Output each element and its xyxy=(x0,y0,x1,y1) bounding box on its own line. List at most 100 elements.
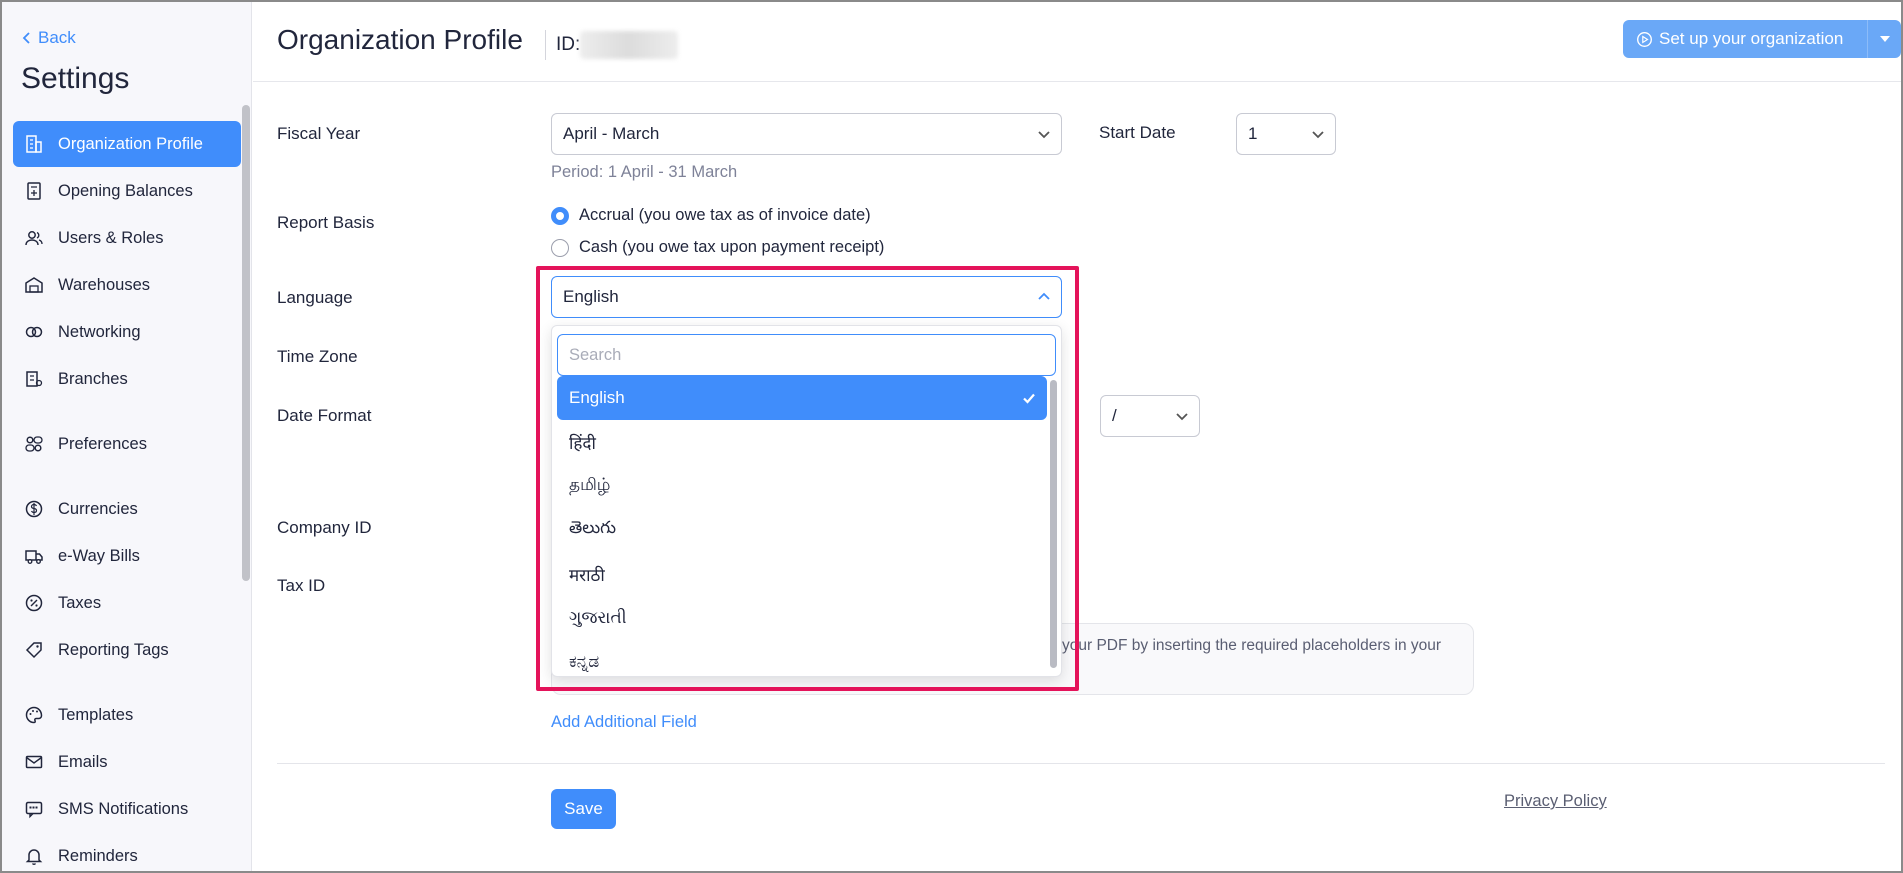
cash-label: Cash (you owe tax upon payment receipt) xyxy=(579,238,885,256)
back-label: Back xyxy=(38,28,76,47)
language-search-input[interactable] xyxy=(557,334,1056,376)
fiscal-year-label: Fiscal Year xyxy=(277,124,361,143)
option-label: हिंदी xyxy=(569,433,596,454)
check-icon xyxy=(1023,393,1035,404)
sidebar-item-label: Preferences xyxy=(58,434,147,453)
privacy-policy-link[interactable]: Privacy Policy xyxy=(1504,792,1607,811)
bell-icon xyxy=(25,849,43,865)
period-hint: Period: 1 April - 31 March xyxy=(551,163,738,181)
sidebar-item-currencies[interactable]: Currencies xyxy=(13,486,241,532)
cash-radio[interactable] xyxy=(551,238,569,257)
sidebar-item-preferences[interactable]: Preferences xyxy=(13,421,241,467)
id-label: ID: xyxy=(556,34,581,55)
date-separator-value: / xyxy=(1112,406,1117,425)
date-format-label: Date Format xyxy=(277,406,372,425)
sidebar-item-taxes[interactable]: Taxes xyxy=(13,580,241,626)
sidebar-item-eway-bills[interactable]: e-Way Bills xyxy=(13,533,241,579)
tag-icon xyxy=(25,642,42,659)
add-additional-field-link[interactable]: Add Additional Field xyxy=(551,713,697,732)
caret-down-icon xyxy=(1879,36,1890,42)
page-header: Organization Profile ID: Set up your org… xyxy=(253,2,1901,82)
language-label: Language xyxy=(277,288,353,307)
option-label: English xyxy=(569,388,625,407)
option-label: ಕನ್ನಡ xyxy=(569,652,600,672)
company-id-label: Company ID xyxy=(277,518,372,537)
language-option-english[interactable]: English xyxy=(557,376,1047,420)
option-label: मराठी xyxy=(569,565,605,586)
cash-radio-option[interactable]: Cash (you owe tax upon payment receipt) xyxy=(551,238,884,257)
sidebar-item-label: Users & Roles xyxy=(58,228,164,247)
option-label: తెలుగు xyxy=(569,518,616,538)
branch-icon xyxy=(26,371,43,387)
save-button[interactable]: Save xyxy=(551,789,616,829)
chevron-down-icon xyxy=(1312,131,1324,139)
sidebar-item-label: Networking xyxy=(58,322,141,341)
dropdown-scrollbar[interactable] xyxy=(1050,380,1057,668)
percent-icon xyxy=(25,594,43,612)
sidebar-item-label: Reminders xyxy=(58,846,138,865)
chevron-left-icon xyxy=(22,32,30,44)
language-options-list: English हिंदी தமிழ் తెలుగు मराठी ગુજરાતી… xyxy=(557,376,1047,676)
building-icon xyxy=(26,135,42,153)
sidebar-item-emails[interactable]: Emails xyxy=(13,739,241,785)
sidebar-item-templates[interactable]: Templates xyxy=(13,692,241,738)
language-option-marathi[interactable]: मराठी xyxy=(557,552,1047,596)
language-option-telugu[interactable]: తెలుగు xyxy=(557,508,1047,552)
option-label: தமிழ் xyxy=(569,475,611,495)
settings-sidebar: Back Settings Organization Profile Openi… xyxy=(2,2,252,871)
back-link[interactable]: Back xyxy=(22,28,76,48)
sidebar-item-label: Opening Balances xyxy=(58,181,193,200)
language-option-gujarati[interactable]: ગુજરાતી xyxy=(557,596,1047,640)
preferences-icon xyxy=(25,436,43,452)
date-separator-select[interactable]: / xyxy=(1100,395,1200,437)
language-option-hindi[interactable]: हिंदी xyxy=(557,420,1047,464)
sidebar-item-opening-balances[interactable]: Opening Balances xyxy=(13,168,241,214)
sidebar-item-users-roles[interactable]: Users & Roles xyxy=(13,215,241,261)
accrual-radio[interactable] xyxy=(551,206,569,225)
tax-id-label: Tax ID xyxy=(277,576,326,595)
language-option-tamil[interactable]: தமிழ் xyxy=(557,464,1047,508)
sidebar-item-reporting-tags[interactable]: Reporting Tags xyxy=(13,627,241,673)
time-zone-label: Time Zone xyxy=(277,347,358,366)
start-date-value: 1 xyxy=(1248,124,1258,143)
sidebar-scrollbar[interactable] xyxy=(242,105,250,581)
chevron-down-icon xyxy=(1176,413,1188,421)
sidebar-item-label: SMS Notifications xyxy=(58,799,189,818)
language-value: English xyxy=(563,287,619,306)
setup-organization-button[interactable]: Set up your organization xyxy=(1623,20,1901,58)
sidebar-item-label: Emails xyxy=(58,752,108,771)
setup-organization-label: Set up your organization xyxy=(1659,29,1844,48)
sidebar-item-label: e-Way Bills xyxy=(58,546,140,565)
setup-dropdown-toggle[interactable] xyxy=(1867,20,1901,58)
sidebar-item-sms-notifications[interactable]: SMS Notifications xyxy=(13,786,241,832)
language-dropdown: English हिंदी தமிழ் తెలుగు मराठी ગુજરાતી… xyxy=(551,325,1062,677)
start-date-label: Start Date xyxy=(1099,123,1176,142)
truck-icon xyxy=(25,550,43,564)
organization-id: ID: xyxy=(545,30,679,60)
fiscal-year-select[interactable]: April - March xyxy=(551,113,1062,155)
users-icon xyxy=(25,231,43,246)
language-option-kannada[interactable]: ಕನ್ನಡ xyxy=(557,640,1047,676)
sidebar-item-label: Taxes xyxy=(58,593,102,612)
sidebar-item-networking[interactable]: Networking xyxy=(13,309,241,355)
sidebar-item-reminders[interactable]: Reminders xyxy=(13,833,241,871)
accrual-radio-option[interactable]: Accrual (you owe tax as of invoice date) xyxy=(551,206,871,225)
start-date-select[interactable]: 1 xyxy=(1236,113,1336,155)
sidebar-item-label: Currencies xyxy=(58,499,138,518)
setup-organization-main[interactable]: Set up your organization xyxy=(1623,29,1867,49)
warehouse-icon xyxy=(25,277,43,293)
sidebar-item-label: Branches xyxy=(58,369,128,388)
network-icon xyxy=(25,326,43,338)
sidebar-item-branches[interactable]: Branches xyxy=(13,356,241,402)
sidebar-item-label: Reporting Tags xyxy=(58,640,169,659)
play-circle-icon xyxy=(1637,31,1652,47)
report-basis-label: Report Basis xyxy=(277,213,375,232)
option-label: ગુજરાતી xyxy=(569,608,627,628)
id-value-redacted xyxy=(580,31,679,59)
accrual-label: Accrual (you owe tax as of invoice date) xyxy=(579,206,871,224)
sidebar-item-organization-profile[interactable]: Organization Profile xyxy=(13,121,241,167)
settings-title: Settings xyxy=(21,62,130,95)
fiscal-year-value: April - March xyxy=(563,124,660,143)
language-select[interactable]: English xyxy=(551,276,1062,318)
sidebar-item-warehouses[interactable]: Warehouses xyxy=(13,262,241,308)
